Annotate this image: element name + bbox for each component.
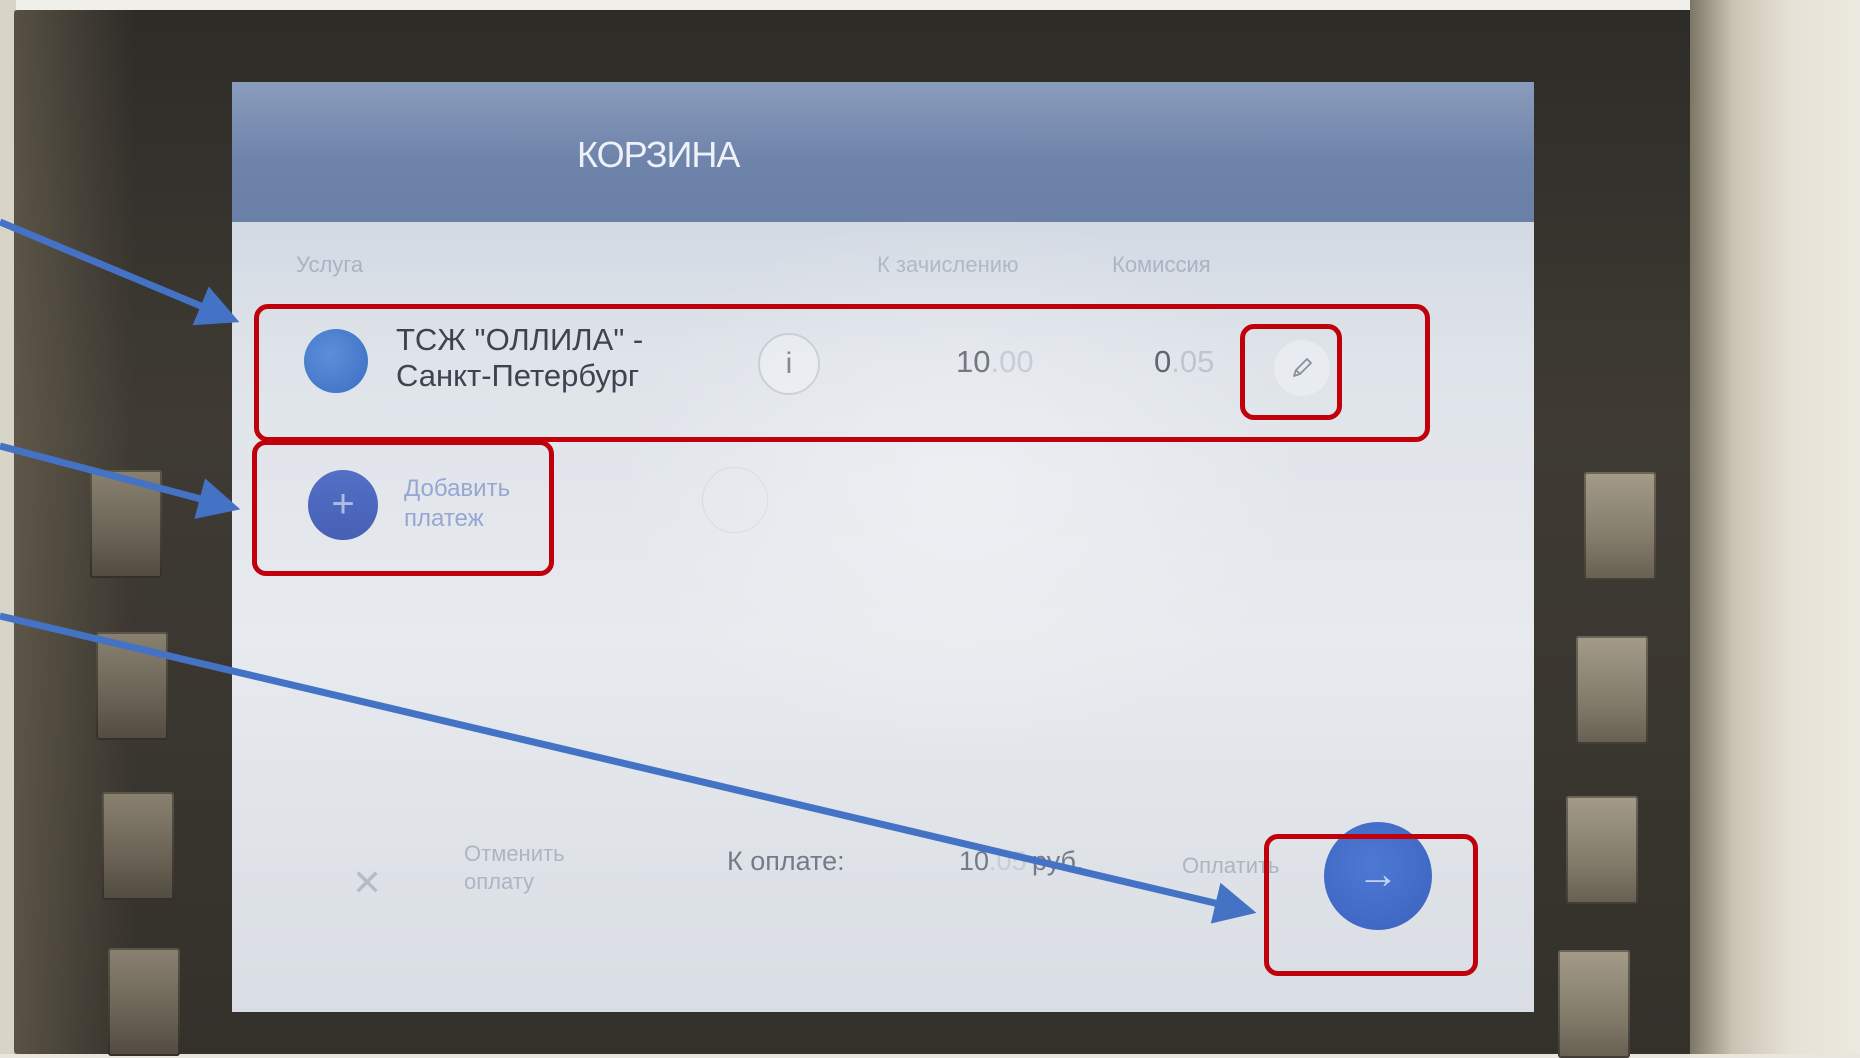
arrow-to-add-payment: [0, 442, 241, 519]
annotation-arrows: [0, 218, 1257, 924]
arrow-to-next-button: [0, 612, 1257, 924]
arrow-to-payment-row: [0, 218, 240, 326]
